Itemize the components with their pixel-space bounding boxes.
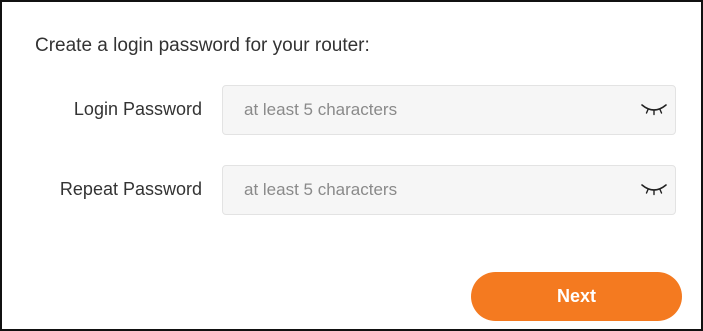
login-password-field	[222, 85, 676, 135]
repeat-password-label: Repeat Password	[59, 179, 202, 199]
next-button[interactable]: Next	[471, 272, 682, 321]
repeat-password-input[interactable]	[223, 166, 623, 214]
repeat-password-field	[222, 165, 676, 215]
router-password-panel: Create a login password for your router:…	[0, 0, 703, 331]
eye-closed-icon[interactable]	[641, 182, 667, 198]
login-password-label: Login Password	[73, 99, 202, 119]
page-title: Create a login password for your router:	[35, 35, 370, 56]
login-password-input[interactable]	[223, 86, 623, 134]
eye-closed-icon[interactable]	[641, 102, 667, 118]
